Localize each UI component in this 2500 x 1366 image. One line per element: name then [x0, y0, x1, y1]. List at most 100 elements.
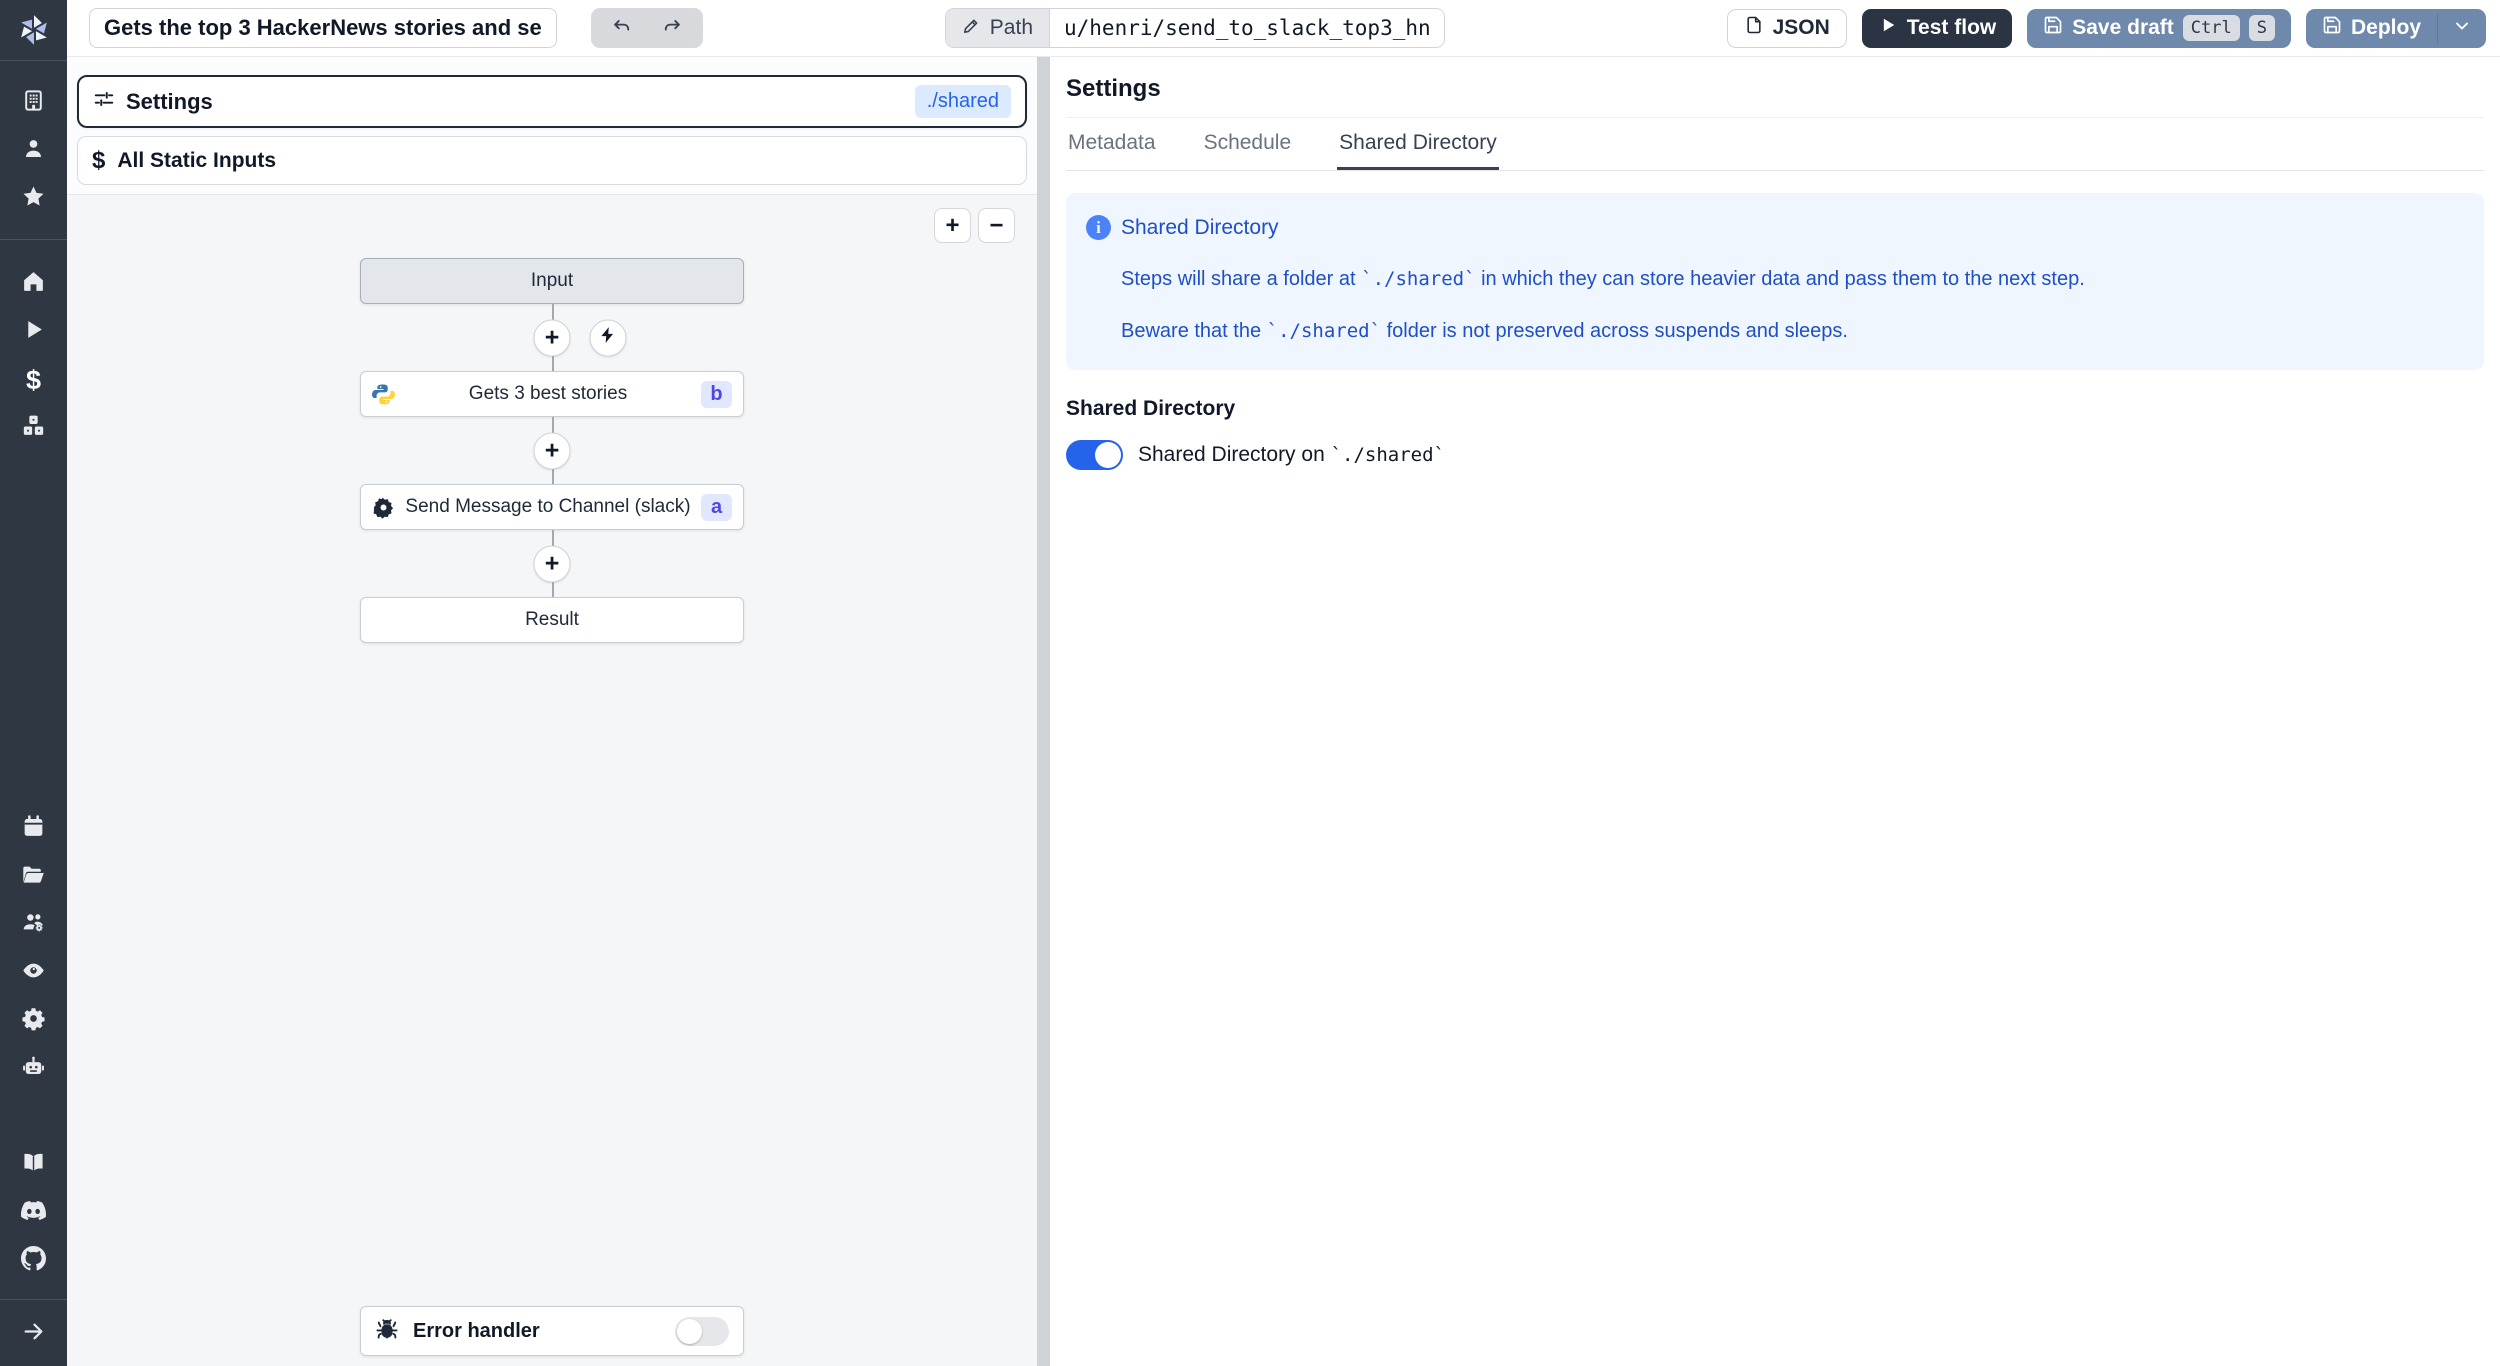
topbar-actions: JSON Test flow Save draft Ctrl S Deploy — [1726, 8, 2486, 48]
save-icon — [2043, 15, 2063, 41]
sidebar-expand-button[interactable] — [0, 1310, 67, 1358]
deploy-split-button: Deploy — [2305, 8, 2486, 48]
deploy-label: Deploy — [2350, 16, 2421, 39]
topbar: Path JSON Test flow Save draft Ctrl S — [67, 0, 2500, 57]
user-icon — [21, 136, 46, 166]
error-handler-toggle[interactable] — [675, 1316, 729, 1346]
flow-title-input[interactable] — [89, 8, 557, 48]
all-static-inputs-bar[interactable]: $ All Static Inputs — [77, 136, 1027, 185]
error-handler-label: Error handler — [413, 1319, 540, 1342]
dollar-icon: $ — [92, 146, 106, 174]
deploy-more-button[interactable] — [2438, 9, 2486, 48]
star-icon — [21, 184, 46, 214]
toggle-label-text: Shared Directory on — [1138, 443, 1331, 466]
panel-splitter[interactable] — [1037, 57, 1050, 1366]
flow-canvas: + − Input + Gets 3 best stories b + Send… — [67, 195, 1037, 1366]
zoom-in-button[interactable]: + — [934, 208, 971, 243]
calendar-icon — [21, 814, 46, 844]
shared-directory-toggle-label: Shared Directory on `./shared` — [1138, 443, 1445, 467]
sidebar-item-github[interactable] — [0, 1237, 67, 1285]
folder-open-icon — [21, 862, 46, 892]
sidebar-item-runs[interactable] — [0, 308, 67, 356]
result-node[interactable]: Result — [360, 597, 744, 643]
sidebar-item-workers[interactable] — [0, 1045, 67, 1093]
flow-top-bars: Settings ./shared $ All Static Inputs — [67, 57, 1037, 195]
file-json-icon — [1744, 15, 1764, 41]
deploy-button[interactable]: Deploy — [2306, 9, 2437, 48]
shared-directory-badge: ./shared — [914, 85, 1011, 118]
sidebar-item-folders[interactable] — [0, 853, 67, 901]
sidebar-item-variables[interactable]: $ — [0, 356, 67, 404]
home-icon — [21, 269, 46, 299]
undo-button[interactable] — [602, 10, 642, 46]
step-node-title: Send Message to Channel (slack) — [405, 496, 691, 517]
toggle-knob — [1095, 442, 1121, 468]
all-static-inputs-label: All Static Inputs — [117, 148, 277, 172]
shared-directory-toggle[interactable] — [1066, 440, 1123, 470]
undo-icon — [611, 15, 633, 42]
insert-step-button[interactable]: + — [533, 545, 571, 582]
redo-button[interactable] — [652, 10, 692, 46]
sidebar-item-favorites[interactable] — [0, 175, 67, 223]
save-draft-label: Save draft — [2072, 16, 2174, 39]
sidebar-item-schedules[interactable] — [0, 805, 67, 853]
error-handler-node[interactable]: Error handler — [360, 1306, 744, 1356]
sidebar-item-docs[interactable] — [0, 1141, 67, 1189]
path-edit-button[interactable]: Path — [945, 9, 1050, 47]
save-icon — [2322, 15, 2342, 41]
play-icon — [1878, 15, 1898, 41]
info-icon: i — [1086, 215, 1111, 240]
test-flow-label: Test flow — [1906, 16, 1997, 39]
info-text: in which they can store heavier data and… — [1475, 268, 2085, 290]
windmill-logo[interactable] — [0, 0, 67, 60]
settings-panel-header: Settings — [1066, 57, 2484, 118]
toggle-knob — [677, 1318, 702, 1344]
undo-redo-group — [591, 8, 703, 48]
tab-metadata[interactable]: Metadata — [1066, 118, 1158, 170]
trigger-button[interactable] — [589, 319, 627, 356]
result-node-label: Result — [525, 609, 579, 630]
gear-icon — [372, 496, 395, 519]
step-node-a[interactable]: Send Message to Channel (slack) a — [360, 484, 744, 530]
shared-directory-section-title: Shared Directory — [1066, 397, 1236, 420]
canvas-zoom-controls: + − — [934, 208, 1015, 243]
info-paragraph: Beware that the `./shared` folder is not… — [1121, 318, 2462, 344]
zap-icon — [599, 326, 618, 350]
github-icon — [21, 1246, 46, 1276]
save-draft-button[interactable]: Save draft Ctrl S — [2027, 8, 2291, 48]
pencil-icon — [962, 16, 981, 41]
sidebar-item-discord[interactable] — [0, 1189, 67, 1237]
sidebar-divider — [0, 1299, 67, 1300]
chevron-down-icon — [2452, 16, 2472, 41]
insert-step-button[interactable]: + — [533, 432, 571, 469]
json-button[interactable]: JSON — [1726, 8, 1847, 48]
input-node[interactable]: Input — [360, 258, 744, 304]
path-label: Path — [989, 16, 1033, 39]
sidebar-item-settings[interactable] — [0, 997, 67, 1045]
sidebar-item-user[interactable] — [0, 127, 67, 175]
step-node-b[interactable]: Gets 3 best stories b — [360, 371, 744, 417]
flow-editor-panel: Settings ./shared $ All Static Inputs + … — [67, 57, 1037, 1366]
sidebar-divider — [0, 60, 67, 61]
settings-panel: Settings Metadata Schedule Shared Direct… — [1050, 57, 2500, 1366]
test-flow-button[interactable]: Test flow — [1861, 8, 2013, 48]
sidebar-item-groups[interactable] — [0, 901, 67, 949]
sidebar-item-audit[interactable] — [0, 949, 67, 997]
tab-schedule[interactable]: Schedule — [1202, 118, 1294, 170]
flow-settings-bar[interactable]: Settings ./shared — [77, 75, 1027, 128]
sidebar-item-resources[interactable] — [0, 404, 67, 452]
eye-icon — [21, 958, 46, 988]
play-icon — [21, 317, 46, 347]
sidebar-item-home[interactable] — [0, 260, 67, 308]
python-icon — [372, 383, 395, 406]
json-button-label: JSON — [1772, 16, 1830, 39]
insert-step-button[interactable]: + — [533, 319, 571, 356]
zoom-out-button[interactable]: − — [978, 208, 1015, 243]
sidebar-item-workspace[interactable] — [0, 79, 67, 127]
tab-shared-directory[interactable]: Shared Directory — [1337, 118, 1499, 170]
info-text: Steps will share a folder at — [1121, 268, 1362, 290]
dollar-icon: $ — [25, 364, 42, 395]
discord-icon — [20, 1198, 47, 1228]
path-input[interactable] — [1050, 9, 1444, 47]
input-node-label: Input — [530, 270, 574, 291]
